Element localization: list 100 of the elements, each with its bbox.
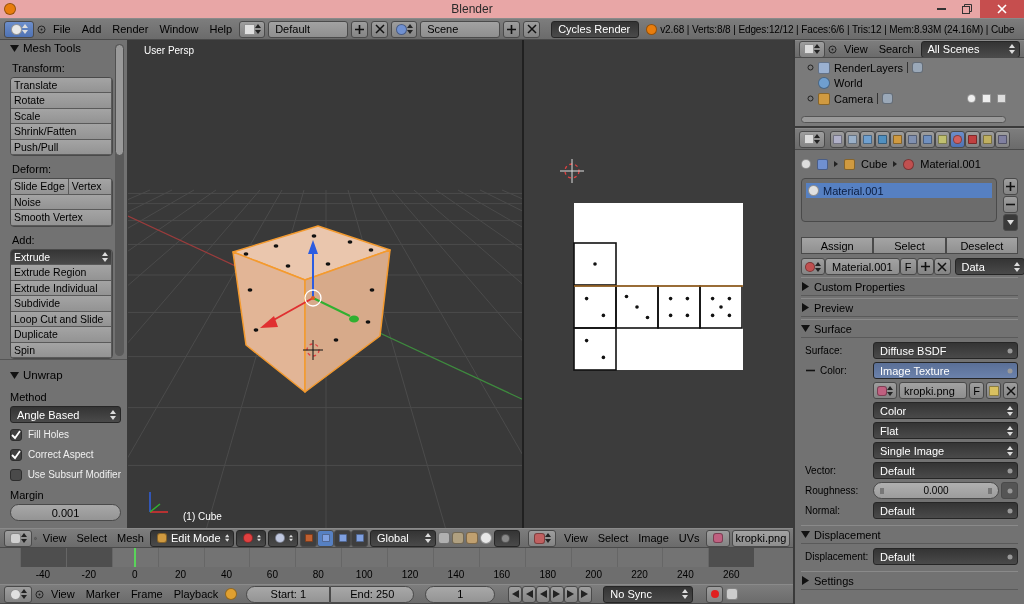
menu-item[interactable]: Playback [169, 588, 223, 600]
panel-title[interactable]: Custom Properties [814, 280, 906, 293]
menu-item[interactable]: Select [593, 532, 633, 544]
collapse-triangle-icon[interactable] [10, 43, 19, 53]
screen-browse-button[interactable] [239, 20, 266, 38]
checkbox[interactable] [10, 448, 22, 461]
outliner-item[interactable]: Camera [834, 92, 874, 105]
property-tab[interactable] [875, 130, 890, 148]
scrollbar[interactable] [115, 44, 124, 356]
record-button[interactable] [706, 585, 724, 603]
collapse-triangle-icon[interactable] [801, 576, 810, 585]
tool-button[interactable]: Vertex [68, 179, 112, 195]
property-tab[interactable] [845, 130, 860, 148]
property-tab[interactable] [905, 130, 920, 148]
slot-action-button[interactable]: Assign [801, 237, 874, 254]
editor-type-button[interactable] [4, 585, 32, 603]
option-dropdown[interactable]: Color [873, 402, 1018, 419]
slot-menu-button[interactable] [1003, 214, 1018, 231]
delete-scene-button[interactable] [523, 20, 541, 38]
image-browse-button[interactable] [873, 382, 897, 399]
tool-button[interactable]: Rotate [11, 93, 112, 109]
fake-user-button[interactable]: F [899, 258, 917, 275]
start-frame-field[interactable]: Start: 1 [246, 585, 331, 603]
close-button[interactable] [980, 0, 1024, 18]
node-dropdown[interactable]: Diffuse BSDF [873, 342, 1018, 359]
expand-icon[interactable] [807, 64, 814, 72]
unlink-material-button[interactable] [933, 258, 951, 275]
tool-button[interactable]: Duplicate [11, 327, 112, 343]
jump-start-button[interactable] [508, 585, 523, 603]
display-mode-dropdown[interactable]: All Scenes [920, 41, 1020, 57]
slot-action-button[interactable]: Deselect [945, 237, 1018, 254]
tool-button[interactable]: Shrink/Fatten [11, 124, 112, 140]
slot-action-button[interactable]: Select [873, 237, 946, 254]
menu-toggle-icon[interactable] [37, 24, 46, 34]
option-dropdown[interactable]: Flat [873, 422, 1018, 439]
menu-item[interactable]: Add [77, 23, 106, 35]
collapse-triangle-icon[interactable] [10, 370, 19, 380]
transform-manipulator-drawing[interactable] [260, 240, 359, 328]
expand-icon[interactable] [807, 95, 814, 103]
outliner-item[interactable]: World [834, 77, 863, 90]
image-name-field[interactable]: kropki.png [731, 529, 791, 547]
scrollbar-thumb[interactable] [115, 44, 124, 156]
socket-button[interactable] [1001, 482, 1018, 499]
previous-key-button[interactable] [522, 585, 537, 603]
editor-type-button[interactable] [799, 130, 825, 148]
editor-type-button[interactable] [528, 529, 556, 547]
node-dropdown[interactable]: Default [873, 502, 1018, 519]
menu-item[interactable]: File [49, 23, 75, 35]
current-frame-field[interactable]: 1 [425, 585, 496, 603]
screen-layout-field[interactable]: Default [268, 20, 349, 38]
snap-dropdown[interactable] [494, 529, 520, 547]
number-field[interactable]: 0.000 [873, 482, 999, 499]
scene-field[interactable]: Scene [420, 20, 501, 38]
scene-browse-button[interactable] [391, 20, 418, 38]
tool-button[interactable]: Extrude Region [11, 265, 112, 281]
menu-item[interactable]: Search [874, 43, 918, 55]
mode-dropdown[interactable]: Edit Mode [150, 529, 234, 547]
manipulator-button[interactable] [317, 529, 334, 547]
pivot-dropdown[interactable] [236, 529, 266, 547]
collapse-triangle-icon[interactable] [801, 324, 810, 333]
image-browse-button[interactable] [705, 529, 730, 547]
shading-dropdown[interactable] [268, 529, 298, 547]
play-button[interactable] [550, 585, 565, 603]
fake-user-button[interactable]: F [969, 382, 984, 399]
manipulator-button[interactable] [334, 529, 351, 547]
menu-item[interactable]: Frame [126, 588, 167, 600]
material-slot[interactable]: Material.001 [806, 183, 992, 198]
open-image-button[interactable] [986, 382, 1001, 399]
menu-item[interactable]: Mesh [113, 532, 148, 544]
menu-item[interactable]: Marker [81, 588, 124, 600]
menu-item[interactable]: UVs [674, 532, 704, 544]
horizontal-scrollbar[interactable] [801, 116, 1006, 123]
menu-toggle-icon[interactable] [35, 589, 44, 599]
property-tab[interactable] [965, 130, 980, 148]
tool-button[interactable]: Slide Edge [11, 179, 69, 195]
link-dropdown[interactable]: Data [954, 258, 1024, 275]
menu-item[interactable]: Render [108, 23, 153, 35]
close-icon[interactable] [526, 24, 537, 34]
property-tab[interactable] [950, 130, 965, 148]
method-dropdown[interactable]: Angle Based [10, 406, 121, 423]
render-engine-dropdown[interactable]: Cycles Render [551, 20, 640, 38]
menu-item[interactable]: Select [72, 532, 112, 544]
menu-item[interactable]: Image [634, 532, 673, 544]
outliner-item[interactable]: RenderLayers [834, 61, 904, 74]
material-name-field[interactable]: Material.001 [825, 258, 900, 275]
play-reverse-button[interactable] [536, 585, 551, 603]
checkbox[interactable] [10, 428, 22, 441]
panel-title[interactable]: Displacement [814, 528, 881, 541]
checkbox[interactable] [10, 468, 22, 481]
menu-toggle-icon[interactable] [828, 44, 837, 54]
menu-item[interactable]: Window [155, 23, 203, 35]
menu-item[interactable]: Help [205, 23, 237, 35]
node-dropdown[interactable]: Default [873, 548, 1018, 565]
material-browse-button[interactable] [801, 258, 825, 275]
tool-button[interactable]: Smooth Vertex [11, 210, 112, 226]
delete-screen-button[interactable] [371, 20, 389, 38]
panel-title[interactable]: Preview [814, 301, 854, 314]
editor-type-button[interactable] [799, 41, 825, 57]
tool-button[interactable]: Translate [11, 77, 112, 93]
margin-field[interactable]: 0.001 [10, 504, 121, 521]
